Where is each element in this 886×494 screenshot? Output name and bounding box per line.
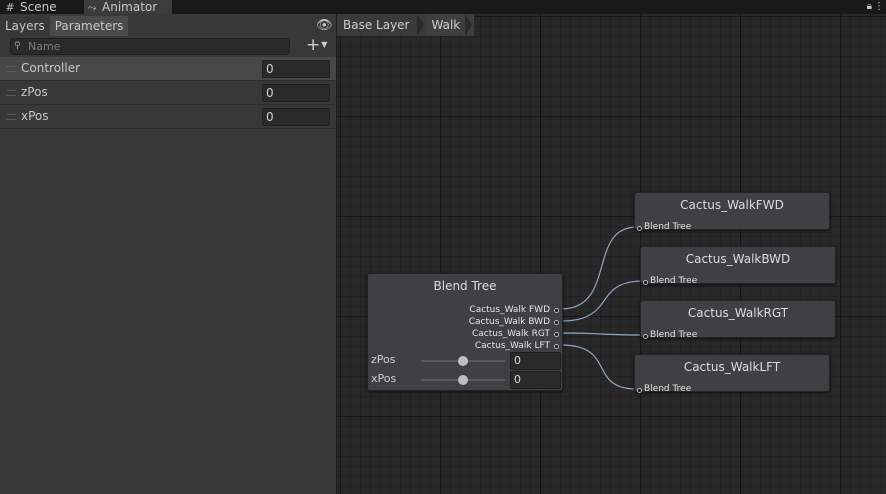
input-port[interactable] [643, 334, 648, 339]
blend-output-bwd: Cactus_Walk BWD [468, 317, 550, 327]
plus-icon: + [306, 35, 321, 55]
wire-fwd [560, 226, 638, 310]
wire-rgt [560, 332, 644, 336]
parameters-panel: Layers Parameters 👁︎ ⚲ +▼ Controller 0 z… [0, 14, 337, 494]
blend-output-rgt: Cactus_Walk RGT [472, 329, 550, 339]
output-port[interactable] [554, 320, 559, 325]
motion-node-fwd[interactable]: Cactus_WalkFWD Blend Tree [634, 192, 830, 232]
parameter-row[interactable]: zPos 0 [0, 81, 336, 105]
motion-node-lft[interactable]: Cactus_WalkLFT Blend Tree [634, 354, 830, 394]
parameter-row[interactable]: Controller 0 [0, 57, 336, 81]
more-menu-icon[interactable]: ⋮ [874, 0, 884, 14]
eye-icon[interactable]: 👁︎ [316, 16, 333, 36]
tab-animator[interactable]: ⤳ Animator [84, 0, 172, 14]
parameter-name: Controller [21, 61, 81, 75]
blend-param-label: zPos [371, 353, 396, 366]
slider-knob[interactable] [458, 356, 468, 366]
dropdown-arrow-icon: ▼ [321, 40, 328, 49]
node-title: Blend Tree [433, 279, 497, 293]
tab-layers[interactable]: Layers [0, 16, 50, 36]
tab-parameters[interactable]: Parameters [49, 16, 129, 36]
grid-icon: # [5, 1, 15, 14]
drag-handle-icon[interactable] [6, 114, 16, 120]
node-sub-label: Blend Tree [644, 222, 692, 232]
output-port[interactable] [554, 344, 559, 349]
search-input[interactable] [28, 39, 283, 54]
animator-icon: ⤳ [87, 1, 97, 14]
node-title: Cactus_WalkFWD [680, 198, 784, 212]
drag-handle-icon[interactable] [6, 90, 16, 96]
output-port[interactable] [554, 332, 559, 337]
lock-icon[interactable]: 🔒︎ [867, 0, 872, 14]
output-port[interactable] [554, 308, 559, 313]
node-title: Cactus_WalkBWD [685, 252, 791, 266]
zpos-slider[interactable] [421, 356, 505, 366]
node-sub-label: Blend Tree [650, 276, 698, 286]
wire-bwd [560, 280, 644, 322]
node-title: Cactus_WalkLFT [683, 360, 781, 374]
slider-knob[interactable] [458, 375, 468, 385]
blend-param-label: xPos [371, 372, 397, 385]
parameter-row[interactable]: xPos 0 [0, 105, 336, 129]
tab-scene[interactable]: # Scene [4, 0, 84, 14]
animator-graph[interactable]: Base Layer Walk Blend Tree Cactus_Walk F… [337, 14, 886, 494]
blend-tree-node[interactable]: Blend Tree Cactus_Walk FWD Cactus_Walk B… [367, 273, 563, 391]
blend-output-lft: Cactus_Walk LFT [474, 341, 550, 351]
blend-output-fwd: Cactus_Walk FWD [469, 305, 550, 315]
parameter-name: zPos [21, 85, 48, 99]
parameter-name: xPos [21, 109, 49, 123]
add-parameter-button[interactable]: +▼ [306, 36, 327, 54]
node-sub-label: Blend Tree [644, 384, 692, 394]
parameter-value-field[interactable]: 0 [262, 108, 330, 126]
node-sub-label: Blend Tree [650, 330, 698, 340]
xpos-slider[interactable] [421, 375, 505, 385]
search-icon: ⚲ [14, 41, 21, 51]
input-port[interactable] [637, 226, 642, 231]
xpos-value-field[interactable]: 0 [510, 371, 561, 389]
parameter-value-field[interactable]: 0 [262, 60, 330, 78]
parameter-value-field[interactable]: 0 [262, 84, 330, 102]
editor-tab-bar: # Scene ⤳ Animator 🔒︎ ⋮ [0, 0, 886, 14]
input-port[interactable] [637, 388, 642, 393]
input-port[interactable] [643, 280, 648, 285]
motion-node-bwd[interactable]: Cactus_WalkBWD Blend Tree [640, 246, 836, 286]
parameter-list: Controller 0 zPos 0 xPos 0 [0, 57, 336, 129]
parameter-search[interactable]: ⚲ [10, 38, 290, 55]
wire-lft [560, 344, 638, 390]
zpos-value-field[interactable]: 0 [510, 352, 561, 370]
panel-subtabs: Layers Parameters [0, 16, 129, 36]
node-title: Cactus_WalkRGT [687, 306, 789, 320]
motion-node-rgt[interactable]: Cactus_WalkRGT Blend Tree [640, 300, 836, 340]
drag-handle-icon[interactable] [6, 66, 16, 72]
